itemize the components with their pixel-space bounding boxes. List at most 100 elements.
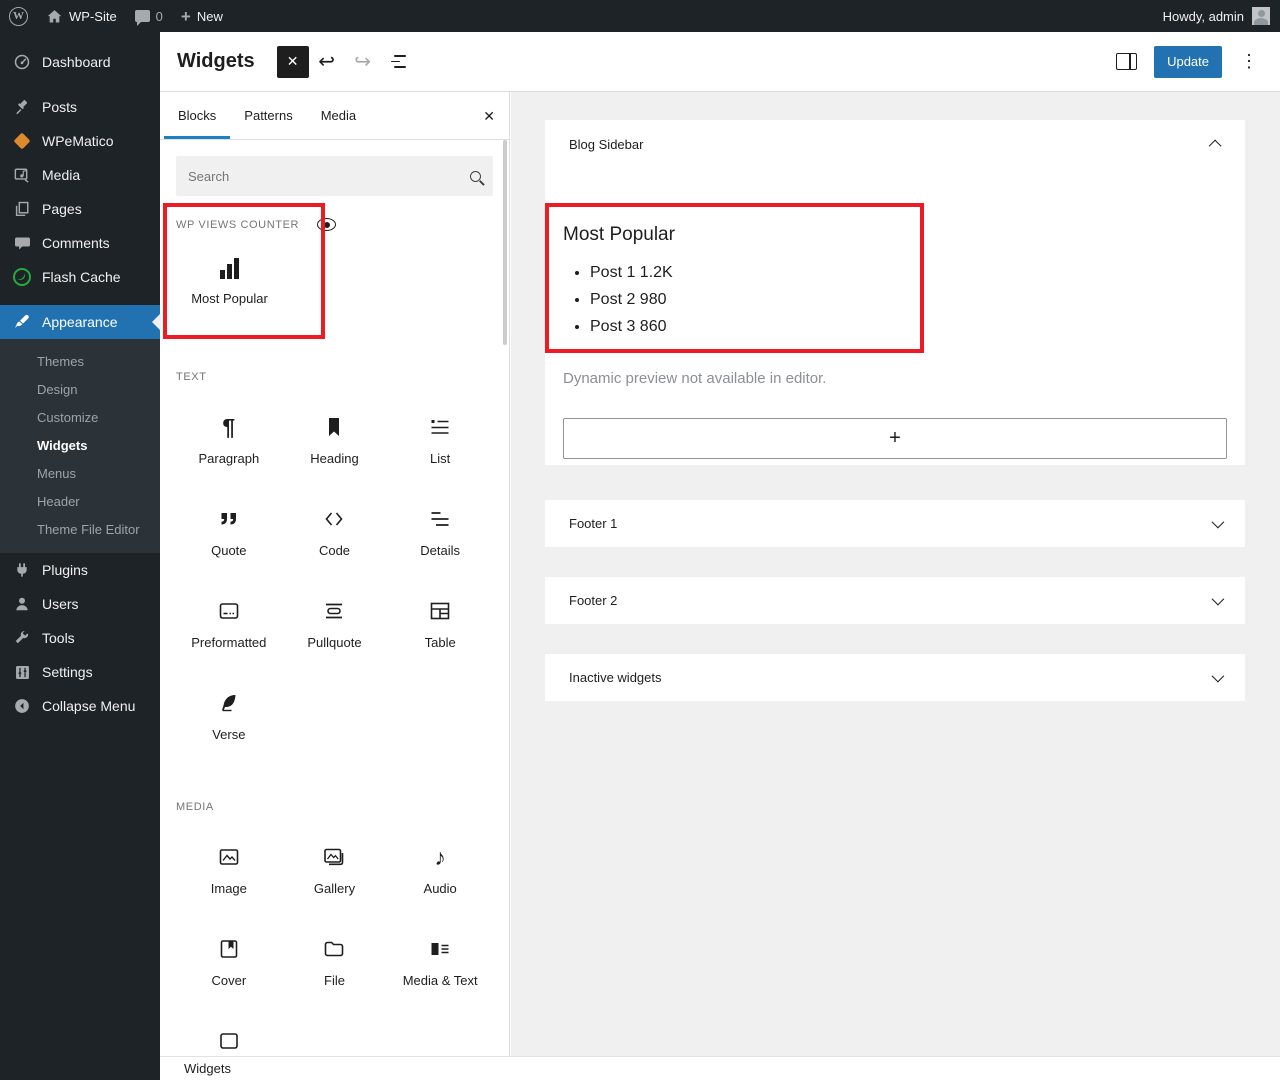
panel-title: Footer 2: [569, 593, 617, 608]
sidebar-item-settings[interactable]: Settings: [0, 655, 160, 689]
sliders-icon: [12, 662, 32, 682]
block-item-heading[interactable]: Heading: [282, 397, 388, 489]
sidebar-item-tools[interactable]: Tools: [0, 621, 160, 655]
audio-note-icon: ♪: [434, 843, 446, 869]
block-item-list[interactable]: List: [387, 397, 493, 489]
user-avatar[interactable]: [1252, 7, 1270, 25]
editor-header: Widgets ✕ ↩ ↪ Update ⋮: [160, 32, 1280, 92]
site-link[interactable]: WP-Site: [37, 0, 126, 32]
close-inserter-panel-button[interactable]: ✕: [483, 92, 495, 140]
pushpin-icon: [12, 97, 32, 117]
chevron-down-icon: [1212, 593, 1225, 606]
new-content-menu[interactable]: + New: [172, 0, 232, 32]
comment-bubble-icon: [135, 10, 150, 22]
list-item: Post 1 1.2K: [590, 259, 1227, 286]
block-item-quote[interactable]: Quote: [176, 489, 282, 581]
sidebar-item-label: Pages: [42, 201, 82, 217]
sidebar-item-media[interactable]: Media: [0, 158, 160, 192]
most-popular-widget-preview[interactable]: Most Popular Post 1 1.2K Post 2 980 Post…: [563, 224, 1227, 340]
redo-button[interactable]: ↪: [345, 44, 381, 80]
folder-icon: [322, 935, 346, 961]
block-item-preformatted[interactable]: Preformatted: [176, 581, 282, 673]
sidebar-item-posts[interactable]: Posts: [0, 90, 160, 124]
admin-top-bar: W WP-Site 0 + New Howdy, admin: [0, 0, 1280, 32]
paragraph-icon: ¶: [222, 413, 235, 439]
block-item-pullquote[interactable]: Pullquote: [282, 581, 388, 673]
table-icon: [428, 597, 452, 623]
gallery-icon: [322, 843, 346, 869]
submenu-item-themes[interactable]: Themes: [0, 347, 160, 375]
sidebar-item-label: Plugins: [42, 562, 88, 578]
sidebar-item-pages[interactable]: Pages: [0, 192, 160, 226]
search-icon: [470, 171, 481, 182]
new-label: New: [197, 9, 223, 24]
close-icon: ✕: [287, 53, 299, 70]
media-blocks-grid: Image Gallery ♪ Audio Cover: [176, 827, 493, 1056]
dashboard-icon: [12, 52, 32, 72]
inserter-scrollbar[interactable]: [503, 140, 507, 345]
panel-blog-sidebar-header[interactable]: Blog Sidebar: [545, 120, 1245, 168]
section-label: TEXT: [176, 371, 207, 383]
comment-icon: [12, 233, 32, 253]
close-inserter-button[interactable]: ✕: [277, 46, 309, 78]
panel-inactive-widgets-header[interactable]: Inactive widgets: [545, 654, 1245, 701]
block-item-gallery[interactable]: Gallery: [282, 827, 388, 919]
section-text: TEXT: [176, 371, 493, 383]
howdy-admin[interactable]: Howdy, admin: [1163, 9, 1244, 24]
comments-moderation[interactable]: 0: [126, 0, 172, 32]
sidebar-item-label: Collapse Menu: [42, 698, 135, 714]
block-item-video-partial[interactable]: [176, 1011, 282, 1056]
submenu-item-widgets[interactable]: Widgets: [0, 431, 160, 459]
submenu-item-customize[interactable]: Customize: [0, 403, 160, 431]
block-item-code[interactable]: Code: [282, 489, 388, 581]
media-text-icon: [428, 935, 452, 961]
sidebar-item-appearance[interactable]: Appearance: [0, 305, 160, 339]
sidebar-item-dashboard[interactable]: Dashboard: [0, 45, 160, 79]
update-button[interactable]: Update: [1154, 46, 1222, 78]
block-item-image[interactable]: Image: [176, 827, 282, 919]
plug-icon: [12, 560, 32, 580]
pullquote-icon: [322, 597, 346, 623]
sidebar-item-wpematico[interactable]: WPeMatico: [0, 124, 160, 158]
panel-footer-2-header[interactable]: Footer 2: [545, 577, 1245, 624]
eye-icon[interactable]: [317, 218, 336, 231]
sidebar-item-comments[interactable]: Comments: [0, 226, 160, 260]
panel-footer-1-header[interactable]: Footer 1: [545, 500, 1245, 547]
block-item-verse[interactable]: Verse: [176, 673, 282, 765]
video-icon: [217, 1027, 241, 1053]
block-item-paragraph[interactable]: ¶ Paragraph: [176, 397, 282, 489]
tab-blocks[interactable]: Blocks: [164, 92, 230, 139]
block-item-table[interactable]: Table: [387, 581, 493, 673]
block-item-details[interactable]: Details: [387, 489, 493, 581]
submenu-item-design[interactable]: Design: [0, 375, 160, 403]
search-input[interactable]: [188, 169, 470, 184]
sidebar-item-plugins[interactable]: Plugins: [0, 553, 160, 587]
block-item-media-text[interactable]: Media & Text: [387, 919, 493, 1011]
chevron-up-icon: [1209, 139, 1222, 152]
sidebar-item-label: Flash Cache: [42, 269, 121, 285]
breadcrumb[interactable]: Widgets: [184, 1061, 231, 1076]
undo-button[interactable]: ↩: [309, 44, 345, 80]
tab-patterns[interactable]: Patterns: [230, 92, 306, 139]
sidebar-item-users[interactable]: Users: [0, 587, 160, 621]
code-icon: [322, 505, 346, 531]
sidebar-item-label: Posts: [42, 99, 77, 115]
submenu-item-theme-file-editor[interactable]: Theme File Editor: [0, 515, 160, 543]
tab-media[interactable]: Media: [307, 92, 370, 139]
cover-icon: [217, 935, 241, 961]
wordpress-menu[interactable]: W: [0, 0, 37, 32]
block-item-audio[interactable]: ♪ Audio: [387, 827, 493, 919]
submenu-item-menus[interactable]: Menus: [0, 459, 160, 487]
editor-title: Widgets: [177, 50, 255, 73]
sidebar-item-collapse-menu[interactable]: Collapse Menu: [0, 689, 160, 723]
options-menu-button[interactable]: ⋮: [1232, 47, 1266, 76]
list-view-button[interactable]: [381, 44, 417, 80]
submenu-item-header[interactable]: Header: [0, 487, 160, 515]
sidebar-item-flash-cache[interactable]: Flash Cache: [0, 260, 160, 294]
add-block-appender[interactable]: +: [563, 418, 1227, 459]
settings-sidebar-toggle[interactable]: [1108, 44, 1144, 80]
block-item-cover[interactable]: Cover: [176, 919, 282, 1011]
editor-footer-bar: Widgets: [160, 1056, 1280, 1080]
block-item-file[interactable]: File: [282, 919, 388, 1011]
block-item-most-popular[interactable]: Most Popular: [176, 239, 283, 334]
